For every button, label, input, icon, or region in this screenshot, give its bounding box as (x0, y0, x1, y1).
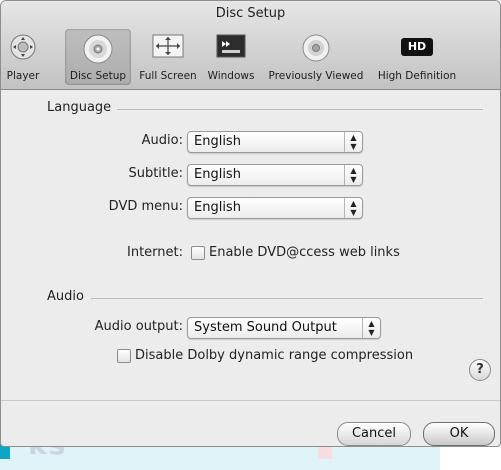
audio-separator (91, 298, 483, 299)
internet-label: Internet: (127, 245, 183, 260)
toolbar-item-player[interactable]: Player (3, 29, 43, 85)
hd-icon: HD (401, 38, 433, 56)
windows-icon (216, 34, 246, 58)
subtitle-label: Subtitle: (128, 166, 183, 181)
audio-label: Audio: (141, 133, 183, 148)
toolbar-item-disc-setup[interactable]: Disc Setup (65, 29, 131, 85)
popup-arrows-icon: ▲ ▼ (344, 198, 362, 218)
toolbar-item-high-definition[interactable]: HD High Definition (371, 29, 463, 85)
dvd-menu-language-popup[interactable]: English ▲ ▼ (187, 197, 363, 219)
audio-language-popup[interactable]: English ▲ ▼ (187, 131, 363, 153)
toolbar-item-full-screen[interactable]: Full Screen (135, 29, 201, 85)
language-heading: Language (47, 100, 112, 115)
dvd-menu-label: DVD menu: (108, 199, 183, 214)
language-separator (117, 109, 483, 110)
toolbar-item-previously-viewed[interactable]: Previously Viewed (263, 29, 369, 85)
player-icon (10, 34, 36, 60)
disc-history-icon (302, 34, 330, 62)
disc-icon (83, 34, 113, 64)
popup-arrows-icon: ▲ ▼ (344, 165, 362, 185)
audio-heading: Audio (47, 289, 84, 304)
button-divider (1, 400, 500, 401)
disable-dolby-label[interactable]: Disable Dolby dynamic range compression (135, 348, 413, 363)
popup-arrows-icon: ▲ ▼ (362, 318, 380, 338)
window-title: Disc Setup (215, 6, 286, 21)
disc-setup-window: Disc Setup Player Disc Setup Full Screen… (0, 0, 501, 447)
disable-dolby-checkbox[interactable] (117, 349, 131, 363)
full-screen-icon (152, 34, 184, 58)
popup-arrows-icon: ▲ ▼ (344, 132, 362, 152)
ok-button[interactable]: OK (423, 422, 495, 446)
help-button[interactable]: ? (469, 359, 491, 381)
subtitle-language-popup[interactable]: English ▲ ▼ (187, 164, 363, 186)
cancel-button[interactable]: Cancel (337, 422, 411, 446)
enable-dvdaccess-checkbox[interactable] (191, 246, 205, 260)
preferences-toolbar: Disc Setup Player Disc Setup Full Screen… (1, 1, 500, 90)
toolbar-item-windows[interactable]: Windows (203, 29, 259, 85)
enable-dvdaccess-label[interactable]: Enable DVD@ccess web links (209, 245, 400, 260)
audio-output-popup[interactable]: System Sound Output ▲ ▼ (187, 317, 381, 339)
audio-output-label: Audio output: (94, 319, 183, 334)
